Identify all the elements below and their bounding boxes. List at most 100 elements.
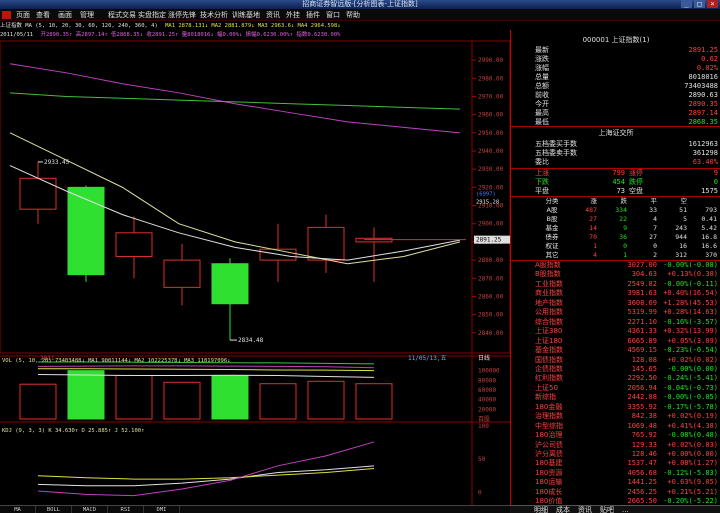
index-name: 企债指数	[535, 364, 563, 373]
indicator-name: 上证指数 MA (5, 10, 20, 30, 60, 120, 240, 36…	[0, 23, 158, 29]
index-row[interactable]: 180资源 4056.68 -0.12%(-5.83)	[511, 469, 720, 478]
class-cell: 1	[623, 251, 627, 259]
quote-value: 8018016	[688, 73, 718, 81]
index-row[interactable]: A股指数 3027.00 -0.00%(-0.08)	[511, 261, 720, 270]
tab-dmi[interactable]: DMI	[144, 506, 180, 513]
index-name: 沪公司债	[535, 440, 563, 449]
index-row[interactable]: 商业指数 3981.63 +0.40%(16.54)	[511, 289, 720, 298]
tab-rsi[interactable]: RSI	[108, 506, 144, 513]
panel-tab-2[interactable]: 资讯	[578, 506, 592, 513]
index-row[interactable]: 治理指数 842.38 +0.02%(0.19)	[511, 412, 720, 421]
index-change: +0.02%(0.02)	[667, 355, 718, 364]
price-badge: 2915.28	[476, 199, 499, 205]
index-row[interactable]: 上证180 6665.89 +0.05%(3.09)	[511, 337, 720, 346]
index-row[interactable]: 地产指数 3608.69 +1.28%(45.53)	[511, 299, 720, 308]
price-tick-label: 2850.00	[478, 312, 504, 319]
index-row[interactable]: 180金融 3355.92 -0.17%(-5.78)	[511, 403, 720, 412]
index-row[interactable]: 沪公司债 129.33 +0.02%(0.03)	[511, 441, 720, 450]
index-change: -0.16%(-3.57)	[663, 317, 718, 326]
index-name: 公用指数	[535, 308, 563, 317]
title-bar: 招商证券智远版-[分析图表-上证指数] _ □ ×	[0, 0, 720, 9]
tab-ma[interactable]: MA	[0, 506, 36, 513]
index-price: 2549.82	[627, 279, 657, 288]
price-tick-label: 2950.00	[478, 130, 504, 137]
price-tick-label: 2990.00	[478, 57, 504, 64]
menu-item-10[interactable]: 外挂	[286, 9, 300, 21]
index-row[interactable]: 基金指数 4569.15 -0.23%(-0.54)	[511, 346, 720, 355]
index-row[interactable]: 中型综指 1069.48 +0.41%(4.38)	[511, 422, 720, 431]
menu-item-13[interactable]: 帮助	[346, 9, 360, 21]
exchange-label: 上海证交所	[598, 129, 634, 137]
index-row[interactable]: 工业指数 2549.82 -0.00%(-0.11)	[511, 280, 720, 289]
menu-item-7[interactable]: 技术分析	[200, 9, 228, 21]
index-row[interactable]: 沪分离债 128.46 +0.00%(0.00)	[511, 450, 720, 459]
index-change: +0.08%(1.27)	[667, 459, 718, 468]
order-row: 委比 63.40%	[511, 158, 720, 167]
class-cell: 0	[623, 242, 627, 250]
index-row[interactable]: 上证380 4361.33 +0.32%(13.99)	[511, 327, 720, 336]
menu-item-6[interactable]: 涨停先锋	[168, 9, 196, 21]
class-table-row: B股 27 22 4 5 0.41	[511, 215, 720, 224]
maximize-icon[interactable]: □	[694, 0, 705, 8]
quote-row: 最高 2897.14	[511, 109, 720, 118]
class-cell: 基金	[545, 224, 559, 232]
quote-value: 73403488	[684, 82, 718, 90]
panel-tab-3[interactable]: 贴吧	[600, 506, 614, 513]
index-row[interactable]: 180运输 1441.25 +0.63%(9.05)	[511, 478, 720, 487]
order-value: 361298	[692, 149, 718, 157]
index-name: 上证380	[535, 327, 563, 336]
panel-tab-0[interactable]: 明细	[534, 506, 548, 513]
period-label[interactable]: 日线	[478, 354, 490, 362]
index-name: B股指数	[535, 270, 561, 279]
chart-area[interactable]: 2990.00 2980.00 2970.00 2960.00 2950.00 2940.…	[0, 21, 510, 505]
class-cell: 1	[593, 242, 597, 250]
menu-item-2[interactable]: 画面	[58, 9, 72, 21]
menu-item-12[interactable]: 窗口	[326, 9, 340, 21]
index-row[interactable]: 综合指数 2271.10 -0.16%(-3.57)	[511, 318, 720, 327]
class-cell: 4	[653, 215, 657, 223]
index-price: 3981.63	[627, 289, 657, 298]
index-row[interactable]: 上证50 2056.94 -0.04%(-0.73)	[511, 384, 720, 393]
index-row[interactable]: 180成长 2456.25 +0.21%(5.21)	[511, 488, 720, 497]
index-row[interactable]: 180基建 1537.47 +0.08%(1.27)	[511, 459, 720, 468]
panel-tab-4[interactable]: ...	[622, 506, 629, 513]
menu-item-4[interactable]: 程式交易	[108, 9, 136, 21]
menu-item-9[interactable]: 资讯	[266, 9, 280, 21]
index-row[interactable]: 红利指数 2292.50 -0.24%(-5.41)	[511, 374, 720, 383]
divider	[511, 126, 720, 127]
ohlc-values: 开2890.35↑ 高2897.14↑ 低2868.35↓ 收2891.25↑ …	[40, 32, 341, 38]
minimize-icon[interactable]: _	[681, 0, 692, 8]
index-row[interactable]: 新综指 2442.88 -0.00%(-0.05)	[511, 393, 720, 402]
menu-item-3[interactable]: 管理	[80, 9, 94, 21]
class-cell: 16.6	[701, 242, 717, 250]
index-row[interactable]: 180治理 765.92 -0.08%(0.48)	[511, 431, 720, 440]
index-row[interactable]: 企债指数 145.65 -0.00%(0.00)	[511, 365, 720, 374]
index-row[interactable]: B股指数 304.63 +0.13%(0.38)	[511, 270, 720, 279]
index-change: -0.17%(-5.78)	[663, 402, 718, 411]
index-row[interactable]: 公用指数 5319.99 +0.28%(14.63)	[511, 308, 720, 317]
index-price: 129.33	[631, 440, 657, 449]
price-tick-label: 2970.00	[478, 93, 504, 100]
index-name: 红利指数	[535, 374, 563, 383]
menu-item-8[interactable]: 训练基地	[232, 9, 260, 21]
quote-label: 前收	[535, 91, 549, 99]
menu-item-11[interactable]: 插件	[306, 9, 320, 21]
menu-item-5[interactable]: 实盘指定	[138, 9, 166, 21]
class-table-row: 其它 4 1 2 312 370	[511, 251, 720, 260]
index-row[interactable]: 国债指数 128.08 +0.02%(0.02)	[511, 356, 720, 365]
index-name: 国债指数	[535, 355, 563, 364]
kdj-header: KDJ (9, 3, 3) K 34.630↑ D 25.885↑ J 52.1…	[2, 428, 144, 434]
volume-bar	[211, 375, 249, 420]
candle-body	[19, 177, 57, 210]
panel-tab-1[interactable]: 成本	[556, 506, 570, 513]
tab-macd[interactable]: MACD	[72, 506, 108, 513]
index-change: +0.02%(0.03)	[667, 440, 718, 449]
tab-boll[interactable]: BOLL	[36, 506, 72, 513]
menu-item-0[interactable]: 页面	[16, 9, 30, 21]
menu-item-1[interactable]: 查看	[36, 9, 50, 21]
order-label: 五档委卖手数	[535, 149, 577, 157]
breadth-label: 平盘	[535, 187, 549, 195]
index-change: -0.23%(-0.54)	[663, 346, 718, 355]
close-icon[interactable]: ×	[707, 0, 718, 8]
quote-row: 今开 2890.35	[511, 100, 720, 109]
